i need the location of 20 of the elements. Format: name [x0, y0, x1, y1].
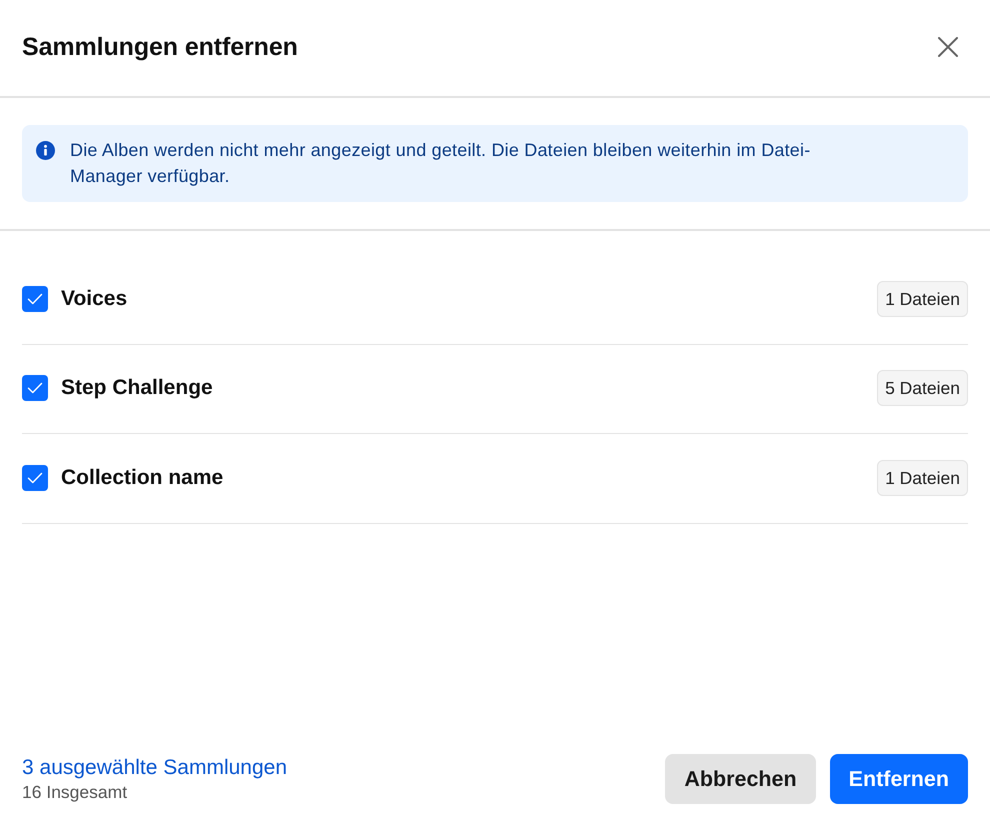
collection-name: Step Challenge — [61, 376, 214, 400]
file-count-badge: 1 Dateien — [877, 280, 968, 317]
checkmark-icon — [27, 382, 43, 394]
checkbox[interactable] — [22, 464, 48, 491]
collection-name: Voices — [61, 286, 128, 311]
selected-summary: 3 ausgewählte Sammlungen — [22, 756, 288, 780]
checkbox[interactable] — [22, 286, 48, 312]
close-icon — [938, 37, 958, 57]
cancel-button[interactable]: Abbrechen — [665, 754, 816, 804]
dialog-title: Sammlungen entfernen — [22, 32, 298, 62]
collection-name: Collection name — [61, 466, 224, 490]
info-text: Die Alben werden nicht mehr angezeigt und geteilt. Die Dateien bleiben weiterhin im Datei-Manager verfügbar. — [70, 139, 812, 188]
checkmark-icon — [27, 292, 43, 305]
file-count-badge: 5 Dateien — [877, 370, 968, 406]
checkbox[interactable] — [22, 375, 48, 402]
info-icon — [36, 141, 55, 160]
file-count-badge: 1 Dateien — [877, 460, 968, 496]
remove-button[interactable]: Entfernen — [830, 754, 968, 804]
total-count: 16 Insgesamt — [22, 782, 128, 802]
checkmark-icon — [27, 472, 43, 484]
